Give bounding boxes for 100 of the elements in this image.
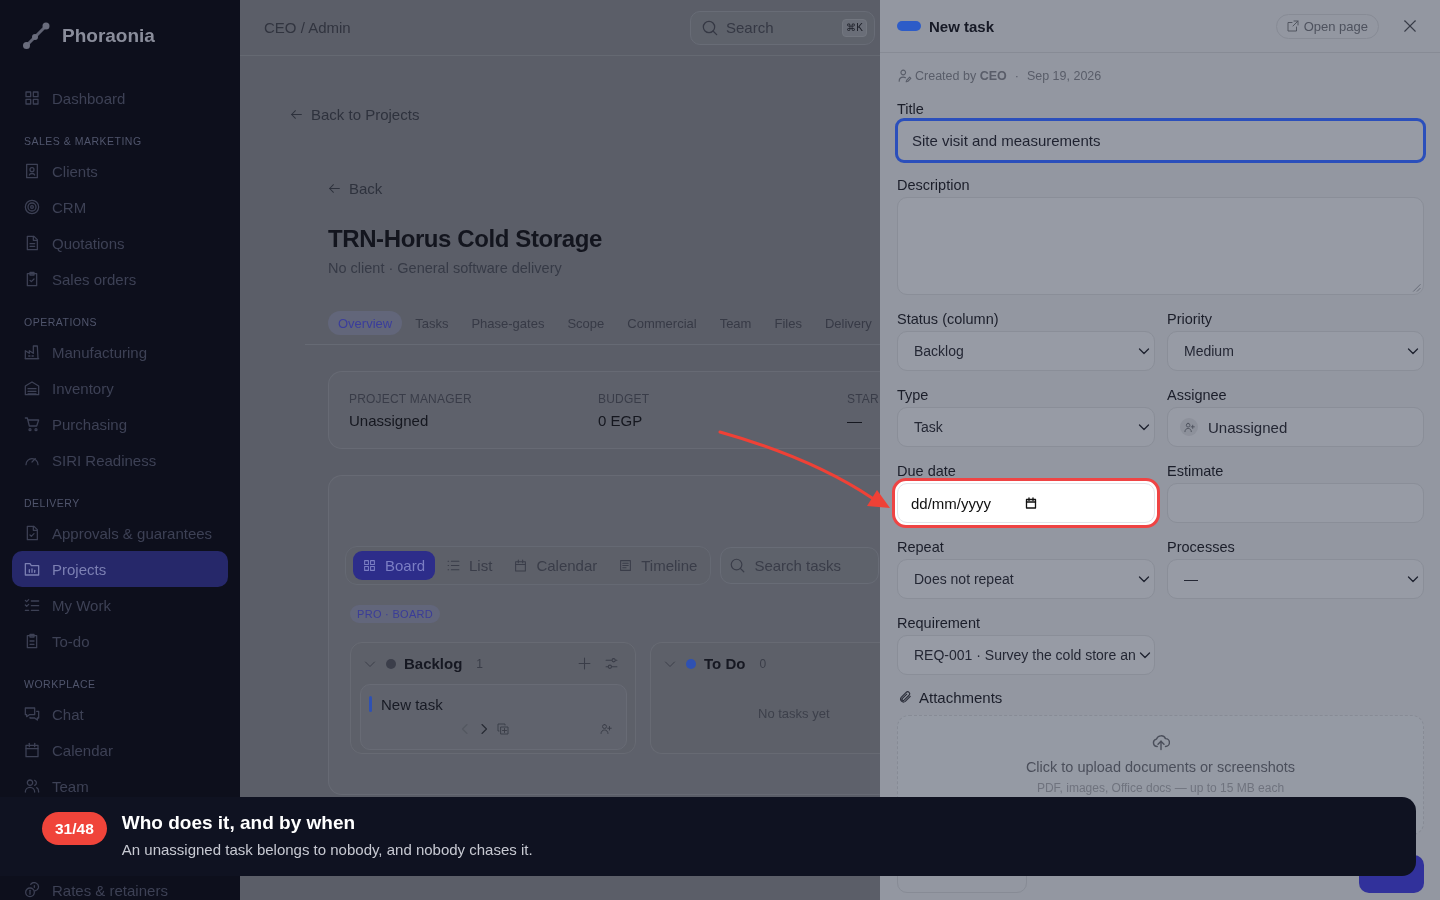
close-icon[interactable] (1403, 19, 1417, 33)
search-icon (702, 19, 718, 36)
sidebar-item[interactable]: My Work (12, 587, 228, 623)
user-plus-icon[interactable] (600, 723, 612, 735)
user-pen-icon (898, 69, 912, 83)
document-icon (24, 235, 40, 251)
open-page-button[interactable]: Open page (1275, 13, 1379, 39)
chevron-right-icon[interactable] (478, 723, 490, 735)
field-label: Requirement (897, 614, 980, 632)
clipboard-check-icon (24, 271, 40, 287)
assignee-picker[interactable]: Unassigned (1167, 407, 1424, 447)
sidebar-item[interactable]: Chat (12, 696, 228, 732)
field-label: Description (897, 176, 970, 194)
sidebar-item[interactable]: Purchasing (12, 406, 228, 442)
sidebar-item[interactable]: Projects (12, 551, 228, 587)
sidebar-item[interactable]: Clients (12, 153, 228, 189)
calendar-icon[interactable] (1025, 497, 1037, 509)
chevron-down-icon (1407, 573, 1419, 585)
contact-card-icon (24, 163, 40, 179)
select-field[interactable]: Backlog (897, 331, 1155, 371)
chevron-down-icon (1138, 345, 1150, 357)
drawer-title: New task (929, 17, 995, 35)
field-label: Due date (897, 462, 956, 480)
sidebar-item[interactable]: To-do (12, 623, 228, 659)
warehouse-icon (24, 380, 40, 396)
sidebar-item[interactable]: Manufacturing (12, 334, 228, 370)
external-link-icon (1286, 20, 1299, 32)
calendar-icon (24, 742, 40, 758)
chevron-down-icon (1138, 573, 1150, 585)
field-label: Priority (1167, 310, 1213, 328)
sidebar-item[interactable]: Rates & retainers (12, 872, 228, 900)
search-icon (730, 558, 746, 573)
sliders-icon[interactable] (605, 657, 618, 670)
task-card[interactable]: New task (360, 684, 627, 750)
logo-icon (22, 22, 50, 50)
field-label: Status (column) (897, 310, 999, 328)
select-field[interactable]: REQ-001 · Survey the cold store an (897, 635, 1155, 675)
paperclip-icon (898, 690, 912, 704)
resize-grip-icon (1412, 283, 1421, 292)
description-textarea[interactable] (897, 197, 1424, 295)
user-plus-icon (1180, 418, 1198, 436)
section-label: Attachments (919, 688, 1003, 706)
created-date: Sep 19, 2026 (1026, 69, 1102, 83)
clipboard-icon (24, 633, 40, 649)
folder-icon (24, 561, 40, 577)
view-tab[interactable]: Board (353, 551, 436, 580)
chevron-down-icon (1407, 345, 1419, 357)
grid-icon (24, 90, 40, 106)
project-title: TRN-Horus Cold Storage (328, 224, 602, 254)
grid-icon (363, 559, 376, 572)
chevron-down-icon (1138, 649, 1151, 661)
nav-section-heading: SALES & MARKETING (23, 134, 143, 149)
arrow-left-icon (328, 181, 341, 195)
select-field[interactable]: Does not repeat (897, 559, 1155, 599)
sidebar-item[interactable]: SIRI Readiness (12, 442, 228, 478)
field-label: Estimate (1167, 462, 1224, 480)
summary-value: — (847, 411, 862, 430)
coins-icon (24, 882, 40, 898)
column-title: Backlog (404, 655, 463, 672)
plus-icon[interactable] (578, 657, 591, 670)
copy-plus-icon[interactable] (497, 723, 509, 735)
title-input[interactable]: Site visit and measurements (895, 118, 1426, 163)
file-check-icon (24, 525, 40, 541)
sidebar-item[interactable]: Quotations (12, 225, 228, 261)
checklist-icon (24, 597, 40, 613)
sidebar-item[interactable]: Sales orders (12, 261, 228, 297)
brand-name: Phoraonia (62, 25, 155, 47)
calendar-icon (514, 559, 528, 572)
sidebar-item[interactable]: CRM (12, 189, 228, 225)
arrow-left-icon (290, 107, 303, 121)
users-icon (24, 778, 40, 794)
nav-section-heading: DELIVERY (23, 496, 81, 511)
sidebar-item[interactable]: Team (12, 768, 228, 804)
select-field[interactable]: Task (897, 407, 1155, 447)
field-label: Title (897, 100, 924, 118)
nav-section-heading: OPERATIONS (23, 315, 99, 330)
chat-icon (24, 706, 40, 722)
sidebar-item[interactable]: Dashboard (12, 80, 228, 116)
cart-icon (24, 416, 40, 432)
upload-cloud-icon (1151, 733, 1170, 751)
sidebar-item[interactable]: Calendar (12, 732, 228, 768)
target-icon (24, 199, 40, 215)
factory-icon (24, 344, 40, 360)
field-label: Assignee (1167, 386, 1227, 404)
sidebar-item[interactable]: Approvals & guarantees (12, 515, 228, 551)
separator-dot: · (1014, 69, 1019, 83)
date-field[interactable]: dd/mm/yyyy (897, 483, 1155, 523)
chevron-down-icon (1138, 421, 1150, 433)
field-label: Processes (1167, 538, 1235, 556)
select-field[interactable]: — (1167, 559, 1424, 599)
summary-value: 0 EGP (598, 411, 643, 430)
field-label: Type (897, 386, 929, 404)
select-field[interactable]: Medium (1167, 331, 1424, 371)
accent-bar-icon (369, 696, 372, 712)
sidebar-item[interactable]: Inventory (12, 370, 228, 406)
field-label: Repeat (897, 538, 944, 556)
list-icon (447, 559, 461, 572)
list-box-icon (619, 559, 633, 572)
summary-value: Unassigned (349, 411, 429, 430)
nav-section-heading: WORKPLACE (23, 677, 97, 692)
